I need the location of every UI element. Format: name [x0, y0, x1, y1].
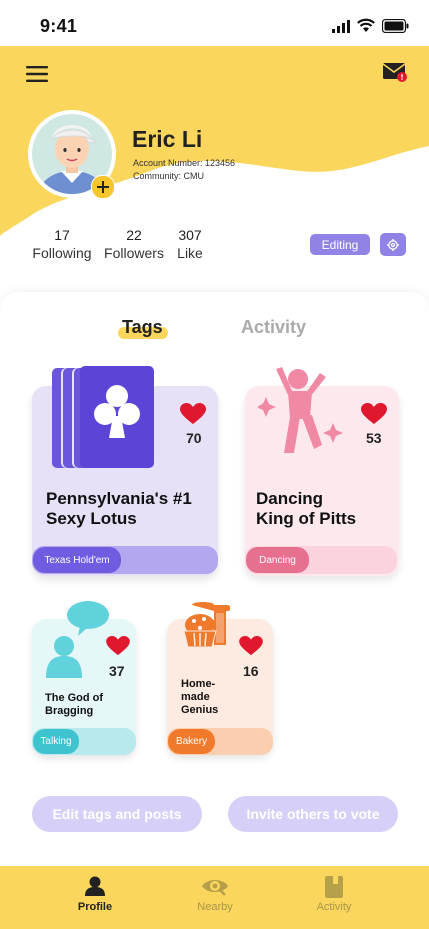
status-bar: 9:41 — [0, 0, 429, 46]
like-count: 70 — [186, 430, 202, 446]
tag-title: Dancing King of Pitts — [256, 489, 356, 530]
stat-followers[interactable]: 22 Followers — [104, 227, 164, 261]
stat-label: Like — [177, 245, 203, 261]
invite-button[interactable]: Invite others to vote — [228, 796, 398, 832]
stat-following[interactable]: 17 Following — [32, 227, 92, 261]
stat-value: 17 — [54, 227, 70, 243]
nav-item-activity[interactable]: Activity — [294, 876, 374, 922]
tag-title-line: Sexy Lotus — [46, 509, 137, 529]
speech-person-icon — [44, 600, 110, 680]
tag-chip[interactable]: Dancing — [246, 547, 309, 573]
wifi-icon — [357, 18, 375, 38]
nav-item-nearby[interactable]: Nearby — [175, 876, 255, 922]
menu-icon[interactable] — [25, 64, 49, 84]
stat-value: 22 — [126, 227, 142, 243]
edit-tags-button[interactable]: Edit tags and posts — [32, 796, 202, 832]
tag-title-line: Bragging — [45, 705, 94, 718]
tag-chip[interactable]: Bakery — [168, 729, 215, 754]
tag-title: The God of Bragging — [45, 692, 103, 718]
playing-cards-icon — [52, 366, 156, 470]
heart-icon[interactable] — [239, 636, 263, 661]
tab-activity[interactable]: Activity — [241, 317, 306, 338]
nav-label: Profile — [77, 901, 113, 913]
tag-title-line: Home- — [181, 678, 216, 690]
gear-icon — [387, 238, 399, 251]
tag-title: Pennsylvania's #1 Sexy Lotus — [46, 489, 192, 530]
stat-label: Followers — [104, 245, 164, 261]
status-time: 9:41 — [40, 16, 78, 36]
profile-name: Eric Li — [132, 126, 203, 152]
mail-notification-icon[interactable] — [382, 61, 410, 85]
signal-icon — [332, 20, 352, 38]
add-avatar-icon[interactable] — [91, 175, 115, 199]
like-count: 37 — [109, 663, 125, 679]
stat-label: Following — [32, 245, 92, 261]
account-number: Account Number: 123456 — [133, 158, 236, 168]
tag-title-line: The God of — [45, 692, 104, 704]
editing-button[interactable]: Editing — [310, 234, 370, 255]
like-count: 53 — [366, 430, 382, 446]
bakery-icon — [178, 601, 232, 649]
tag-title-line: Pennsylvania's #1 — [46, 489, 192, 508]
like-count: 16 — [243, 663, 259, 679]
nearby-eye-icon — [202, 880, 228, 896]
tag-chip[interactable]: Texas Hold'em — [33, 547, 121, 573]
dancer-icon — [256, 367, 348, 455]
tag-title-line: made — [181, 691, 210, 704]
tag-title-line: Genius — [181, 704, 219, 717]
settings-button[interactable] — [380, 233, 406, 256]
nav-item-profile[interactable]: Profile — [55, 876, 135, 922]
community: Community: CMU — [133, 171, 205, 181]
battery-icon — [381, 18, 409, 38]
tag-title: Home- made Genius — [181, 678, 218, 718]
tag-title-line: King of Pitts — [256, 509, 357, 529]
heart-icon[interactable] — [106, 636, 130, 661]
book-icon — [325, 876, 343, 898]
nav-label: Nearby — [197, 901, 233, 913]
tab-tags[interactable]: Tags — [122, 317, 163, 338]
stat-like[interactable]: 307 Like — [175, 227, 205, 261]
tag-title-line: Dancing — [256, 489, 324, 508]
heart-icon[interactable] — [361, 403, 387, 430]
heart-icon[interactable] — [180, 403, 206, 430]
person-icon — [85, 876, 105, 896]
tag-chip[interactable]: Talking — [33, 729, 79, 754]
nav-label: Activity — [316, 901, 352, 913]
stat-value: 307 — [178, 227, 202, 243]
